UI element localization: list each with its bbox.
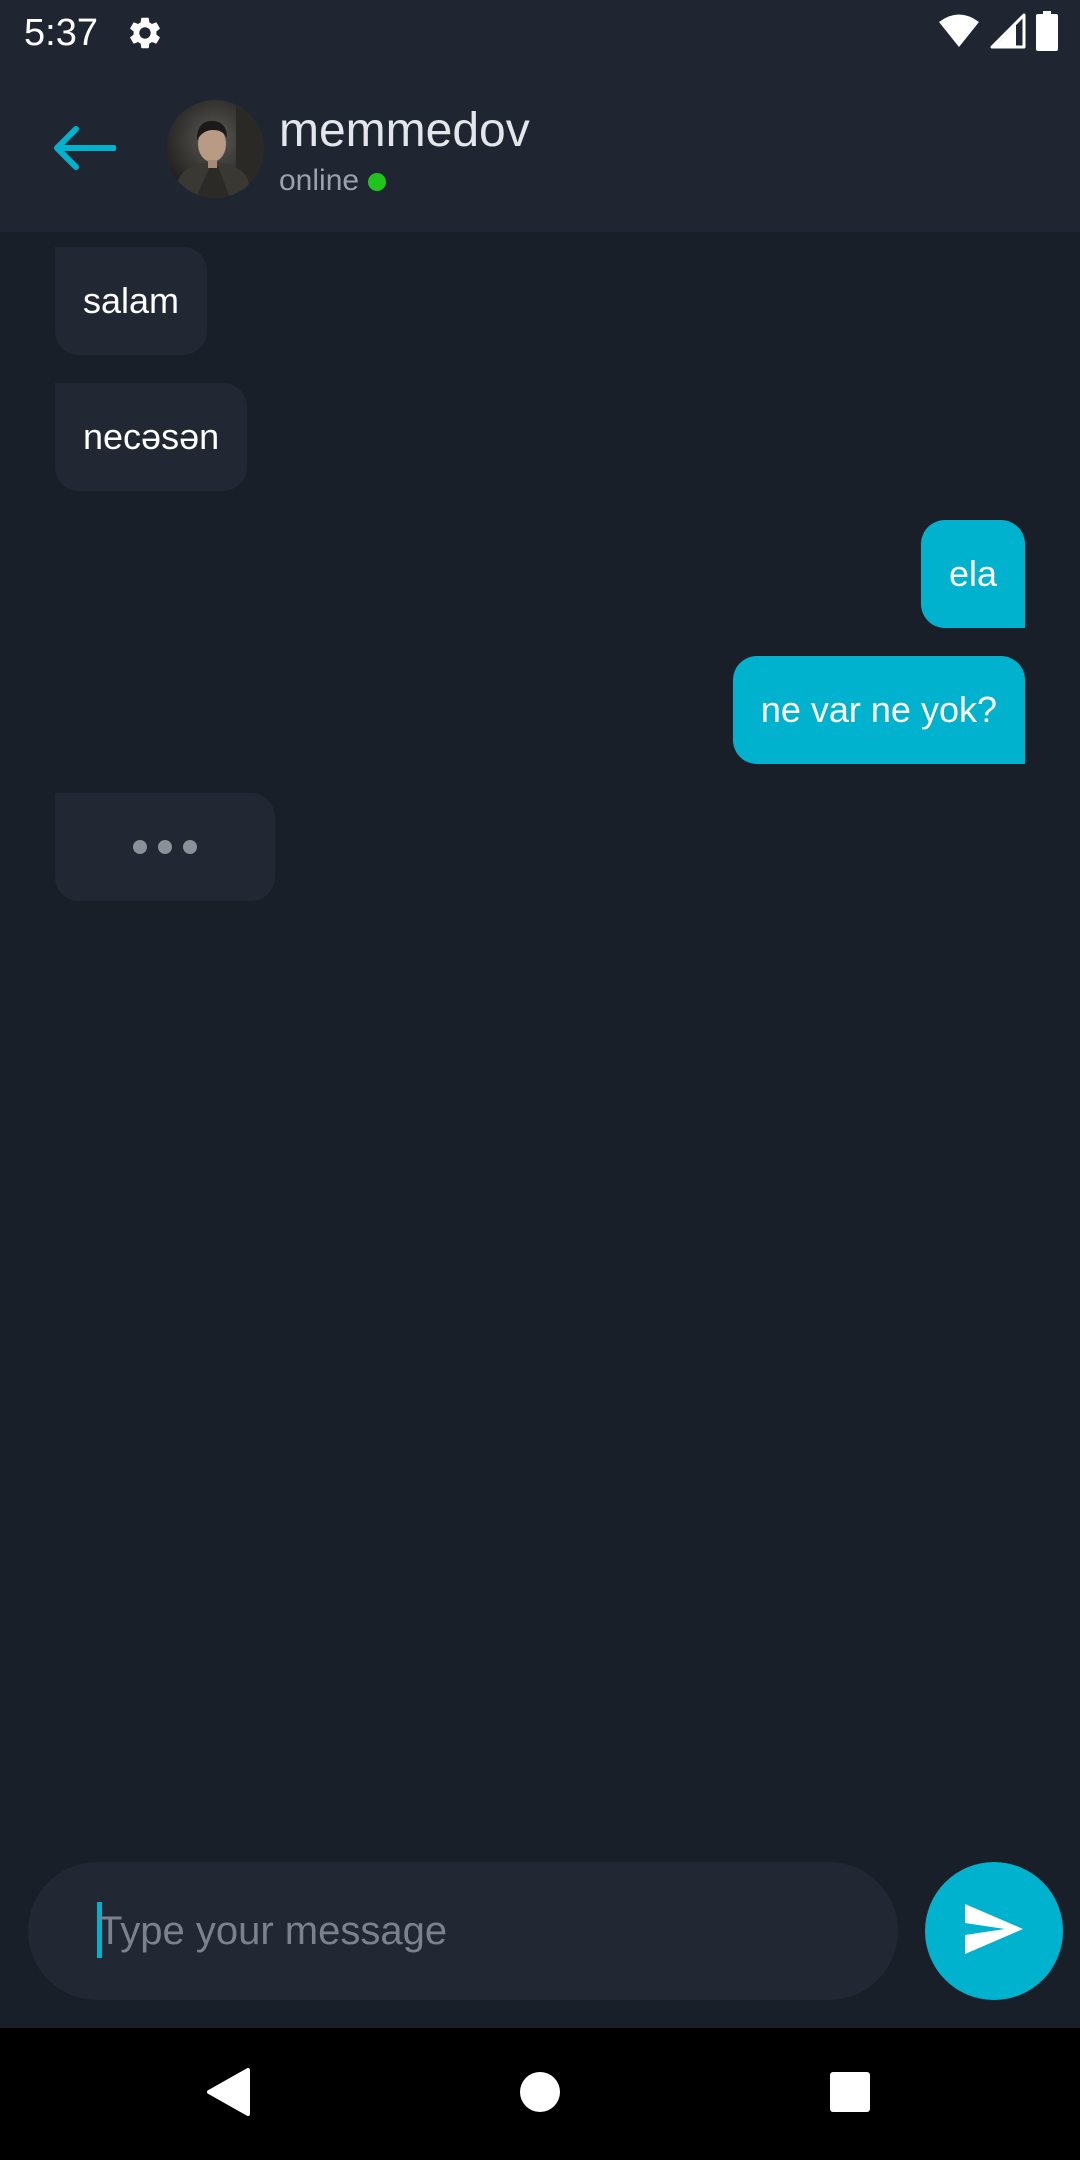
system-navigation-bar	[0, 2028, 1080, 2160]
gear-icon	[126, 14, 164, 52]
message-composer[interactable]	[28, 1862, 898, 2000]
nav-home-button[interactable]	[504, 2058, 576, 2130]
back-triangle-icon	[206, 2067, 250, 2122]
presence-status: online	[279, 162, 387, 200]
send-button[interactable]	[925, 1862, 1063, 2000]
chat-header: memmedov online	[0, 66, 1080, 232]
status-time: 5:37	[24, 12, 98, 54]
typing-indicator	[55, 793, 275, 901]
nav-recents-button[interactable]	[814, 2058, 886, 2130]
outgoing-message[interactable]: ela	[920, 520, 1025, 628]
contact-name: memmedov	[279, 104, 530, 157]
typing-dot-icon	[158, 840, 172, 854]
incoming-message[interactable]: necəsən	[55, 383, 248, 491]
presence-label: online	[279, 164, 360, 197]
battery-icon	[1036, 10, 1058, 56]
send-icon	[963, 1902, 1025, 1961]
message-list: salam necəsən ela ne var ne yok?	[0, 232, 1080, 1852]
avatar[interactable]	[166, 100, 264, 198]
message-input[interactable]	[98, 1890, 858, 1972]
outgoing-message[interactable]: ne var ne yok?	[732, 656, 1025, 764]
status-icons	[938, 10, 1058, 56]
wifi-icon	[938, 13, 980, 54]
recents-square-icon	[829, 2071, 871, 2118]
incoming-message[interactable]: salam	[55, 247, 208, 355]
typing-dot-icon	[183, 840, 197, 854]
nav-back-button[interactable]	[192, 2058, 264, 2130]
home-circle-icon	[518, 2070, 562, 2119]
status-bar: 5:37	[0, 0, 1080, 66]
signal-icon	[990, 13, 1026, 54]
typing-dot-icon	[133, 840, 147, 854]
arrow-left-icon	[52, 125, 117, 175]
back-button[interactable]	[44, 110, 124, 190]
online-dot-icon	[368, 173, 387, 191]
